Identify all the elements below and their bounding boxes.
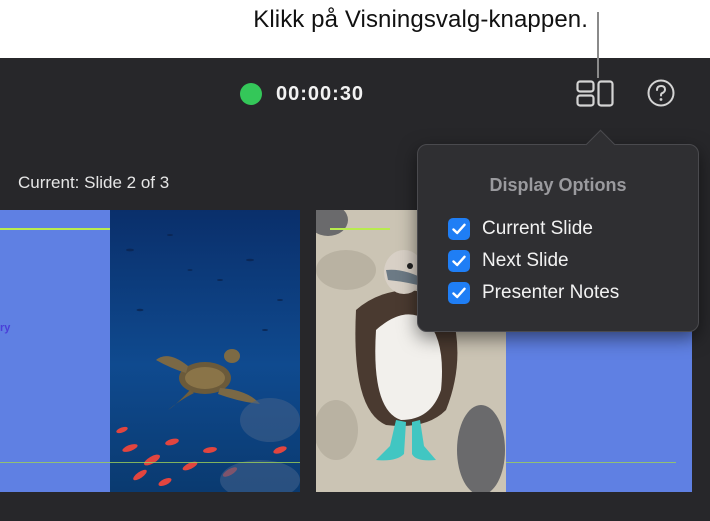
slide-accent-line-bottom	[0, 462, 300, 463]
help-button[interactable]	[646, 78, 676, 108]
next-slide-accent-line	[330, 228, 390, 230]
option-label: Current Slide	[482, 218, 593, 239]
slide-partial-text: ry	[0, 322, 11, 334]
option-presenter-notes[interactable]: Presenter Notes	[448, 281, 619, 305]
display-options-popover: Display Options Current Slide Next Slide	[417, 129, 699, 332]
callout-pointer-line	[597, 12, 599, 78]
popover-arrow	[585, 129, 616, 160]
presenter-display: 00:00:30 Current: Slide 2 of 3 ry Displa…	[0, 58, 710, 521]
timer-text: 00:00:30	[276, 82, 365, 105]
callout-text: Klikk på Visningsvalg-knappen.	[253, 6, 588, 33]
option-label: Presenter Notes	[482, 282, 620, 303]
display-options-button[interactable]	[576, 78, 616, 110]
callout-banner: Klikk på Visningsvalg-knappen.	[0, 0, 710, 58]
display-options-icon	[576, 80, 614, 107]
checkbox-next-slide[interactable]	[448, 250, 470, 272]
checkmark-icon	[452, 223, 466, 235]
timer: 00:00:30	[240, 83, 364, 105]
current-slide-label: Current: Slide 2 of 3	[18, 173, 170, 192]
option-next-slide[interactable]: Next Slide	[448, 249, 569, 273]
status-indicator-dot	[240, 83, 262, 105]
next-slide-accent-line-bottom	[506, 462, 676, 463]
checkmark-icon	[452, 255, 466, 267]
checkbox-presenter-notes[interactable]	[448, 282, 470, 304]
current-slide-preview: ry	[0, 210, 300, 492]
help-icon	[647, 79, 675, 107]
sea-turtle-photo	[110, 210, 300, 492]
option-current-slide[interactable]: Current Slide	[448, 217, 593, 241]
popover-title: Display Options	[489, 175, 627, 195]
checkmark-icon	[452, 287, 466, 299]
checkbox-current-slide[interactable]	[448, 218, 470, 240]
option-label: Next Slide	[482, 250, 569, 271]
